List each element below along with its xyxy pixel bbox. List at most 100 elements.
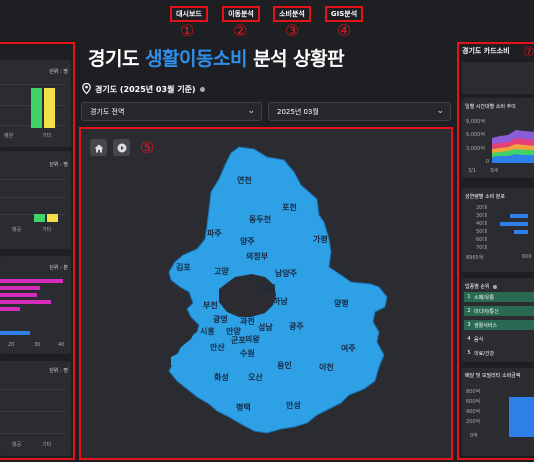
location-pin-icon xyxy=(82,82,91,96)
y-tick: 30대 xyxy=(476,213,487,219)
rank-label: 생활서비스 xyxy=(474,322,498,329)
y-tick: 40대 xyxy=(476,221,487,227)
bar xyxy=(0,279,63,283)
stacked-area-chart xyxy=(492,130,534,163)
y-tick: 0 xyxy=(486,159,490,165)
city-label: 안산 xyxy=(210,343,225,352)
bar xyxy=(509,397,534,437)
axis-tick: 30 xyxy=(34,342,41,348)
right-header-box xyxy=(462,62,534,94)
city-label: 동두천 xyxy=(249,215,272,224)
city-label: 평택 xyxy=(236,403,251,412)
city-label: 오산 xyxy=(248,373,263,382)
marker-3: ③ xyxy=(285,21,300,40)
bar xyxy=(510,214,528,218)
bar xyxy=(47,214,58,222)
area-select-value: 경기도 전역 xyxy=(90,107,125,116)
city-label: 구리 xyxy=(261,284,276,293)
marker-1: ① xyxy=(180,21,195,40)
city-label: 성남 xyxy=(258,323,273,332)
city-label: 이천 xyxy=(319,363,334,372)
city-label: 용인 xyxy=(277,361,292,370)
unit-label: 단위 : 명 xyxy=(49,368,68,374)
city-label: 고양 xyxy=(214,267,229,276)
rank-number: 1 xyxy=(467,294,471,300)
section-title-text: 업종별 순위 xyxy=(465,284,490,290)
y-tick: 60대 xyxy=(476,237,487,243)
page-title: 경기도 생활이동소비 분석 상황판 xyxy=(88,44,345,71)
city-label: 수원 xyxy=(240,349,255,358)
bar xyxy=(0,331,30,335)
tab-gis[interactable]: GIS분석 xyxy=(325,6,363,22)
marker-4: ④ xyxy=(337,21,352,40)
chevron-down-icon: ⌄ xyxy=(247,106,255,116)
section-title: 업종별 순위 xyxy=(465,283,497,290)
city-label: 화성 xyxy=(214,373,229,382)
bar xyxy=(34,214,45,222)
marker-2: ② xyxy=(233,21,248,40)
axis-tick: 40 xyxy=(58,342,65,348)
y-tick: 200억 xyxy=(466,419,481,425)
rank-number: 5 xyxy=(467,350,471,356)
y-tick: 800억 xyxy=(466,389,481,395)
rank-row[interactable]: 1 소매/유통 xyxy=(464,292,534,302)
rank-row[interactable]: 5 의료/건강 xyxy=(464,348,534,358)
axis-label: 기타 xyxy=(42,442,52,448)
tab-consumption[interactable]: 소비분석 xyxy=(273,6,311,22)
axis-label: 항공 xyxy=(12,227,22,233)
month-select-value: 2025년 03월 xyxy=(277,107,319,116)
y-tick: 400억 xyxy=(466,409,481,415)
bar xyxy=(0,293,37,297)
delivery-mobility-panel: 배달 및 모빌리티 소비금액 800억 600억 400억 200억 0억 xyxy=(462,368,534,456)
bar xyxy=(31,88,42,128)
rank-row[interactable]: 4 음식 xyxy=(464,334,534,344)
bar xyxy=(500,222,528,226)
area-select[interactable]: 경기도 전역 ⌄ xyxy=(81,102,262,121)
unit-label: 단위 : 명 xyxy=(49,162,68,168)
axis-label: 병원 xyxy=(4,133,14,139)
bar xyxy=(0,286,40,290)
tab-dashboard[interactable]: 대시보드 xyxy=(170,6,208,22)
y-tick: 600억 xyxy=(466,399,481,405)
axis-label: 항공 xyxy=(12,442,22,448)
rank-row[interactable]: 2 미디어/통신 xyxy=(464,306,534,316)
bar xyxy=(514,230,528,234)
rank-number: 2 xyxy=(467,308,471,314)
right-panel-title: 경기도 카드소비 xyxy=(462,47,510,55)
y-tick: 20대 xyxy=(476,205,487,211)
city-label: 양주 xyxy=(240,237,255,246)
tab-movement[interactable]: 이동분석 xyxy=(222,6,260,22)
y-tick: 9,000억 xyxy=(466,119,485,125)
city-label: 시흥 xyxy=(200,327,215,336)
city-label: 부천 xyxy=(203,301,218,310)
section-title: 일별 시간대별 소비 추이 xyxy=(465,104,516,110)
rank-row[interactable]: 3 생활서비스 xyxy=(464,320,534,330)
x-tick: 3/4 xyxy=(490,168,499,174)
y-tick: 50대 xyxy=(476,229,487,235)
city-label: 김포 xyxy=(176,263,191,272)
left-chart-2: 단위 : 명 항공 기타 xyxy=(0,151,71,249)
city-label: 광주 xyxy=(289,322,304,331)
title-prefix: 경기도 xyxy=(88,48,146,70)
city-label: 남양주 xyxy=(275,269,298,278)
unit-label: 단위 : 명 xyxy=(49,69,68,75)
title-accent: 생활이동소비 xyxy=(145,48,247,70)
rank-label: 음식 xyxy=(474,336,484,343)
title-suffix: 분석 상황판 xyxy=(246,48,345,70)
x-tick: 600 xyxy=(522,254,532,260)
month-select[interactable]: 2025년 03월 ⌄ xyxy=(268,102,451,121)
y-tick: 6,000억 xyxy=(466,132,485,138)
y-tick: 3,000억 xyxy=(466,146,485,152)
city-label: 연천 xyxy=(237,176,252,185)
rank-label: 소매/유통 xyxy=(474,294,495,301)
city-label: 양평 xyxy=(334,299,349,308)
city-label: 파주 xyxy=(207,229,222,238)
unit-label: 단위 : 분 xyxy=(49,265,68,271)
info-dot-icon xyxy=(492,284,497,289)
city-label: 군포 xyxy=(231,336,246,345)
city-label: 과천 xyxy=(240,317,255,326)
city-label: 여주 xyxy=(341,344,356,353)
axis-label: 기타 xyxy=(42,227,52,233)
left-chart-1: 단위 : 명 병원 기타 xyxy=(0,60,71,147)
city-label: 가평 xyxy=(313,235,328,244)
